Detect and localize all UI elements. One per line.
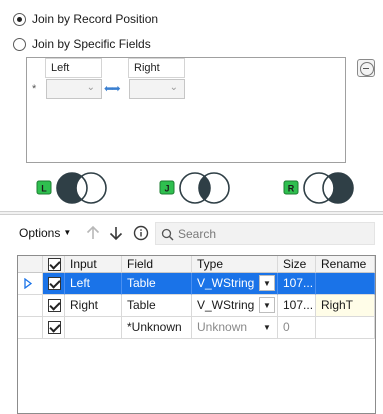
right-header-cell: Right	[128, 58, 185, 78]
field-cell: Table	[122, 273, 192, 295]
left-field-dropdown[interactable]: ⌄	[46, 79, 102, 99]
right-output-badge: R	[288, 184, 295, 194]
info-icon	[133, 225, 149, 241]
right-venn-icon: R	[283, 172, 354, 204]
row-select-cell	[43, 317, 65, 339]
options-menu[interactable]: Options ▼	[19, 226, 71, 240]
search-field[interactable]	[155, 222, 375, 245]
join-output-toggle[interactable]: J	[159, 171, 233, 205]
new-row-marker: *	[32, 83, 37, 95]
type-value: Unknown	[197, 320, 248, 334]
input-cell: Left	[65, 273, 122, 295]
size-cell[interactable]: 107...	[278, 273, 316, 295]
field-toolbar: Options ▼	[0, 221, 383, 247]
header-indicator-cell	[18, 256, 43, 273]
left-venn-icon: L	[36, 172, 107, 204]
row-indicator-cell	[18, 317, 43, 339]
left-header-cell: Left	[45, 58, 102, 78]
left-output-badge: L	[41, 184, 47, 194]
type-cell[interactable]: Unknown ▼	[192, 317, 278, 339]
size-cell[interactable]: 107...	[278, 295, 316, 317]
arrow-down-icon	[109, 227, 123, 241]
inner-join-venn-icon: J	[159, 172, 230, 204]
row-select-checkbox[interactable]	[48, 321, 61, 334]
type-cell[interactable]: V_WString ▼	[192, 273, 278, 295]
options-label: Options	[19, 226, 61, 240]
row-select-cell	[43, 273, 65, 295]
join-fields-editor: * Left Right ⌄ ⬅➡ ⌄	[26, 57, 346, 163]
caret-down-icon: ▼	[63, 228, 72, 237]
input-cell	[65, 317, 122, 339]
chevron-down-icon: ⌄	[86, 82, 95, 93]
remove-field-button[interactable]	[357, 59, 375, 77]
table-row[interactable]: Right Table V_WString ▼ 107... RighT	[18, 295, 375, 317]
join-output-badge: J	[164, 184, 169, 194]
join-by-fields-option[interactable]: Join by Specific Fields	[13, 36, 151, 52]
type-dropdown-button[interactable]: ▼	[259, 275, 275, 291]
column-header-rename[interactable]: Rename	[316, 256, 375, 273]
table-row[interactable]: Left Table V_WString ▼ 107...	[18, 273, 375, 295]
left-field-header: Left	[51, 62, 70, 74]
join-by-position-label: Join by Record Position	[32, 12, 159, 26]
field-cell: Table	[122, 295, 192, 317]
row-select-checkbox[interactable]	[48, 277, 61, 290]
left-output-toggle[interactable]: L	[36, 171, 110, 205]
rename-cell[interactable]	[316, 317, 375, 339]
right-field-header: Right	[134, 62, 160, 74]
field-grid: Input Field Type Size Rename Left Table …	[17, 255, 376, 414]
type-cell[interactable]: V_WString ▼	[192, 295, 278, 317]
current-row-arrow-icon	[24, 278, 32, 289]
join-by-fields-label: Join by Specific Fields	[32, 37, 151, 51]
info-button[interactable]	[132, 224, 150, 242]
size-cell[interactable]: 0	[278, 317, 316, 339]
search-input[interactable]	[178, 226, 368, 241]
panel-splitter[interactable]	[0, 211, 383, 215]
chevron-down-icon: ⌄	[169, 82, 178, 93]
row-select-cell	[43, 295, 65, 317]
column-header-type[interactable]: Type	[192, 256, 278, 273]
search-icon	[161, 228, 174, 241]
arrow-up-icon	[86, 225, 100, 239]
type-value: V_WString	[197, 298, 255, 312]
row-select-checkbox[interactable]	[48, 299, 61, 312]
row-indicator-cell	[18, 295, 43, 317]
rename-cell[interactable]: RighT	[316, 295, 375, 317]
join-by-position-radio[interactable]	[13, 12, 26, 26]
field-cell: *Unknown	[122, 317, 192, 339]
rename-cell[interactable]	[316, 273, 375, 295]
grid-header-row: Input Field Type Size Rename	[18, 256, 375, 273]
column-header-field[interactable]: Field	[122, 256, 192, 273]
right-output-toggle[interactable]: R	[283, 171, 357, 205]
join-by-fields-radio[interactable]	[13, 37, 26, 51]
table-row[interactable]: *Unknown Unknown ▼ 0	[18, 317, 375, 339]
move-down-button[interactable]	[107, 224, 125, 242]
select-all-checkbox[interactable]	[48, 258, 61, 271]
move-up-button[interactable]	[84, 224, 102, 242]
column-header-input[interactable]: Input	[65, 256, 122, 273]
type-value: V_WString	[197, 276, 255, 290]
join-arrows-icon: ⬅➡	[104, 83, 121, 95]
select-all-cell	[43, 256, 65, 273]
input-cell: Right	[65, 295, 122, 317]
row-indicator-cell	[18, 273, 43, 295]
right-field-dropdown[interactable]: ⌄	[129, 79, 185, 99]
type-dropdown-button[interactable]: ▼	[259, 319, 275, 335]
column-header-size[interactable]: Size	[278, 256, 316, 273]
join-by-position-option[interactable]: Join by Record Position	[13, 11, 158, 27]
type-dropdown-button[interactable]: ▼	[259, 297, 275, 313]
